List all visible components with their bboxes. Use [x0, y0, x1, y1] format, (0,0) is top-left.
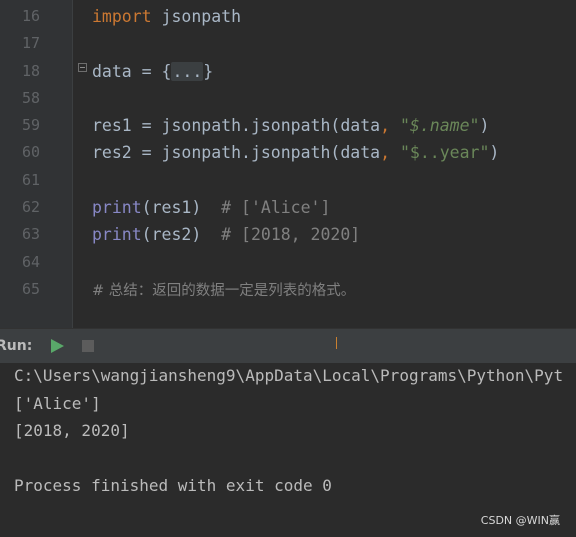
summary-comment: # 总结：返回的数据一定是列表的格式。 — [92, 282, 356, 299]
print-builtin: print — [92, 225, 142, 245]
console-line: [2018, 2020] — [14, 421, 130, 440]
line-number: 17 — [21, 34, 40, 53]
jsonpath-string: "$..year" — [399, 143, 490, 163]
line-numbers: 16 17 18 58 59 60 61 62 63 64 65 — [0, 3, 40, 303]
fold-toggle-icon[interactable] — [78, 63, 87, 72]
line-number: 16 — [21, 7, 40, 25]
inline-comment: # [2018, 2020] — [201, 225, 361, 245]
line-number: 58 — [21, 88, 40, 107]
code-line-65: # 总结：返回的数据一定是列表的格式。 — [92, 276, 576, 303]
jsonpath-string: "$.name" — [399, 116, 480, 136]
inline-comment: # ['Alice'] — [201, 198, 331, 218]
print-args: (res1) — [141, 198, 202, 218]
run-console[interactable]: C:\Users\wangjiansheng9\AppData\Local\Pr… — [0, 363, 576, 537]
print-args: (res2) — [141, 225, 202, 245]
comma: , — [380, 143, 391, 163]
paren-close: ) — [489, 143, 500, 163]
line-number: 61 — [21, 170, 40, 189]
code-line-18: data = {...} — [92, 58, 576, 85]
line-number: 60 — [21, 143, 40, 162]
watermark: CSDN @WIN赢 — [480, 514, 560, 527]
line-number: 64 — [21, 252, 40, 271]
code-editor[interactable]: 16 17 18 58 59 60 61 62 63 64 65 import … — [0, 0, 576, 328]
import-keyword: import — [92, 7, 152, 26]
res2-call: res2 = jsonpath.jsonpath(data — [92, 143, 381, 163]
line-number: 59 — [21, 116, 40, 135]
gutter-divider — [72, 0, 73, 328]
console-line: Process finished with exit code 0 — [14, 476, 332, 495]
code-line-59: res1 = jsonpath.jsonpath(data, "$.name") — [92, 112, 576, 139]
console-line: C:\Users\wangjiansheng9\AppData\Local\Pr… — [14, 366, 564, 385]
data-assignment: data = { — [92, 61, 172, 81]
line-number: 62 — [21, 198, 40, 217]
code-area[interactable]: import jsonpath data = {...} res1 = json… — [92, 3, 576, 303]
res1-call: res1 = jsonpath.jsonpath(data — [92, 116, 381, 136]
cursor-marker — [336, 337, 337, 349]
code-line-62: print(res1) # ['Alice'] — [92, 194, 576, 221]
run-tab-label[interactable]: Run: — [0, 338, 32, 354]
code-line-63: print(res2) # [2018, 2020] — [92, 221, 576, 248]
folded-region[interactable]: ... — [171, 61, 204, 81]
paren-close: ) — [479, 116, 490, 136]
print-builtin: print — [92, 198, 142, 218]
stop-icon[interactable] — [82, 340, 94, 352]
editor-gutter: 16 17 18 58 59 60 61 62 63 64 65 — [0, 0, 72, 328]
comma: , — [380, 116, 391, 136]
line-number: 63 — [21, 225, 40, 244]
line-number: 65 — [21, 279, 40, 298]
brace-close: } — [203, 61, 214, 81]
run-toolbar: Run: — [0, 328, 576, 363]
line-number: 18 — [21, 61, 40, 80]
module-name: jsonpath — [151, 7, 242, 26]
code-line-16: import jsonpath — [92, 3, 576, 30]
play-icon[interactable] — [51, 339, 64, 353]
console-line: ['Alice'] — [14, 394, 101, 413]
code-line-60: res2 = jsonpath.jsonpath(data, "$..year"… — [92, 139, 576, 166]
